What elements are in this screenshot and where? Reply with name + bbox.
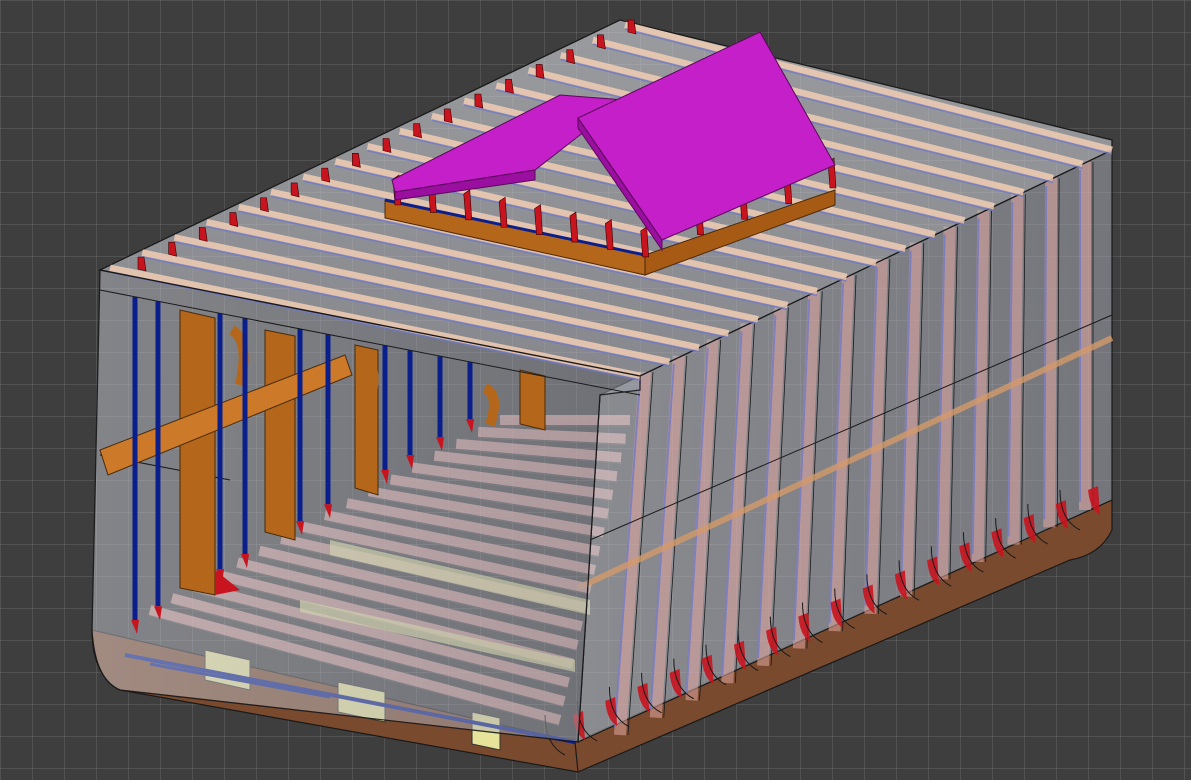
ship-hull-block-model[interactable] xyxy=(0,0,1191,780)
side-frame xyxy=(1043,178,1058,528)
side-frame xyxy=(1007,194,1024,545)
cad-3d-viewport[interactable] xyxy=(0,0,1191,780)
deck-bracket xyxy=(627,19,637,35)
